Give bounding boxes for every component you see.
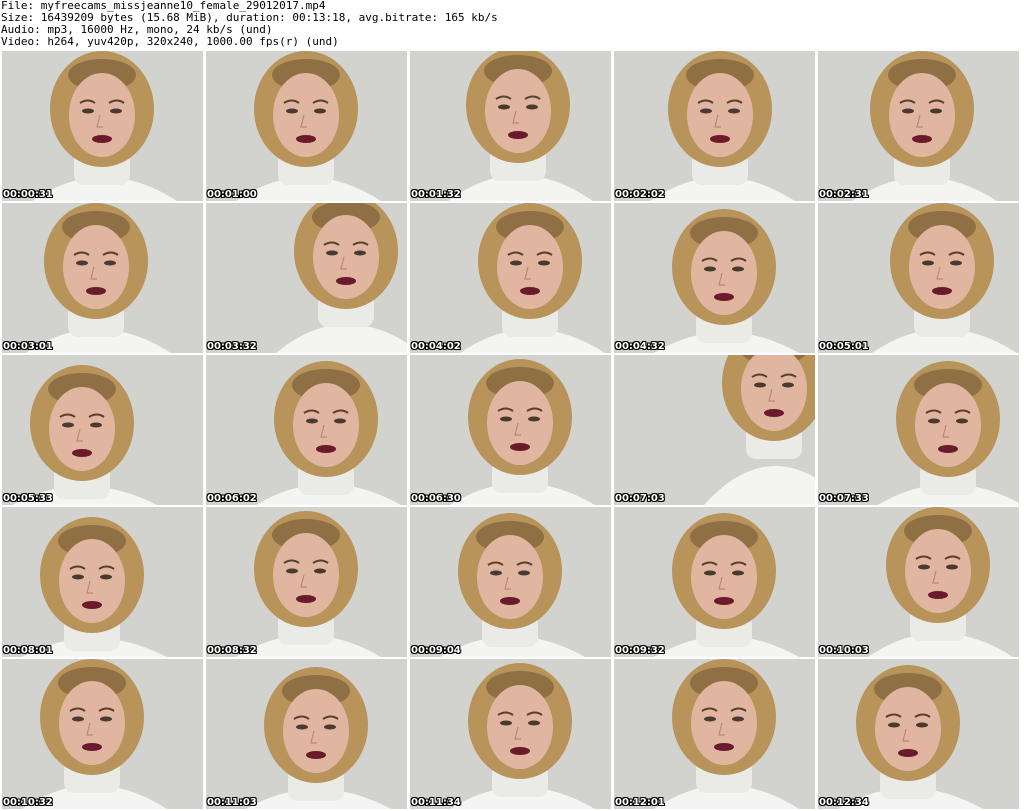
video-frame-image (206, 203, 407, 353)
frame-timestamp: 00:11:34 (411, 797, 461, 808)
video-frame-image (2, 355, 203, 505)
video-frame-image (818, 355, 1019, 505)
thumbnail-grid: 00:00:31 00:01:00 00:01:32 00:02:02 00:02:31… (2, 51, 1022, 811)
video-frame-image (818, 659, 1019, 809)
frame-timestamp: 00:07:33 (819, 493, 869, 504)
video-frame-image (818, 507, 1019, 657)
frame-timestamp: 00:10:03 (819, 645, 869, 656)
video-frame-image (818, 51, 1019, 201)
thumbnail-frame[interactable]: 00:08:32 (206, 507, 407, 657)
thumbnail-frame[interactable]: 00:01:32 (410, 51, 611, 201)
video-frame-image (614, 203, 815, 353)
thumbnail-frame[interactable]: 00:01:00 (206, 51, 407, 201)
frame-timestamp: 00:08:32 (207, 645, 257, 656)
frame-timestamp: 00:09:04 (411, 645, 461, 656)
frame-timestamp: 00:01:32 (411, 189, 461, 200)
thumbnail-frame[interactable]: 00:10:03 (818, 507, 1019, 657)
video-frame-image (2, 51, 203, 201)
video-frame-image (206, 51, 407, 201)
file-info-header: File: myfreecams_missjeanne10_female_290… (1, 0, 1021, 50)
frame-timestamp: 00:04:32 (615, 341, 665, 352)
thumbnail-frame[interactable]: 00:00:31 (2, 51, 203, 201)
thumbnail-frame[interactable]: 00:06:30 (410, 355, 611, 505)
thumbnail-frame[interactable]: 00:03:32 (206, 203, 407, 353)
thumbnail-frame[interactable]: 00:11:03 (206, 659, 407, 809)
video-frame-image (410, 203, 611, 353)
video-frame-image (818, 203, 1019, 353)
video-frame-image (2, 659, 203, 809)
frame-timestamp: 00:12:34 (819, 797, 869, 808)
frame-timestamp: 00:10:32 (3, 797, 53, 808)
frame-timestamp: 00:05:01 (819, 341, 869, 352)
thumbnail-frame[interactable]: 00:02:31 (818, 51, 1019, 201)
video-info-line: Video: h264, yuv420p, 320x240, 1000.00 f… (1, 35, 339, 48)
frame-timestamp: 00:09:32 (615, 645, 665, 656)
thumbnail-frame[interactable]: 00:12:01 (614, 659, 815, 809)
video-frame-image (614, 659, 815, 809)
video-frame-image (206, 659, 407, 809)
frame-timestamp: 00:12:01 (615, 797, 665, 808)
video-frame-image (614, 51, 815, 201)
thumbnail-frame[interactable]: 00:05:33 (2, 355, 203, 505)
video-frame-image (614, 355, 815, 505)
thumbnail-frame[interactable]: 00:04:02 (410, 203, 611, 353)
thumbnail-frame[interactable]: 00:03:01 (2, 203, 203, 353)
thumbnail-frame[interactable]: 00:09:32 (614, 507, 815, 657)
frame-timestamp: 00:02:02 (615, 189, 665, 200)
frame-timestamp: 00:00:31 (3, 189, 53, 200)
thumbnail-frame[interactable]: 00:08:01 (2, 507, 203, 657)
video-frame-image (2, 507, 203, 657)
frame-timestamp: 00:01:00 (207, 189, 257, 200)
video-frame-image (2, 203, 203, 353)
frame-timestamp: 00:11:03 (207, 797, 257, 808)
thumbnail-frame[interactable]: 00:06:02 (206, 355, 407, 505)
frame-timestamp: 00:04:02 (411, 341, 461, 352)
video-frame-image (410, 51, 611, 201)
video-frame-image (206, 507, 407, 657)
video-frame-image (410, 659, 611, 809)
frame-timestamp: 00:05:33 (3, 493, 53, 504)
thumbnail-frame[interactable]: 00:11:34 (410, 659, 611, 809)
thumbnail-frame[interactable]: 00:05:01 (818, 203, 1019, 353)
video-frame-image (206, 355, 407, 505)
thumbnail-frame[interactable]: 00:04:32 (614, 203, 815, 353)
thumbnail-frame[interactable]: 00:07:03 (614, 355, 815, 505)
frame-timestamp: 00:07:03 (615, 493, 665, 504)
frame-timestamp: 00:08:01 (3, 645, 53, 656)
frame-timestamp: 00:03:32 (207, 341, 257, 352)
thumbnail-frame[interactable]: 00:10:32 (2, 659, 203, 809)
frame-timestamp: 00:06:30 (411, 493, 461, 504)
thumbnail-frame[interactable]: 00:09:04 (410, 507, 611, 657)
frame-timestamp: 00:03:01 (3, 341, 53, 352)
video-frame-image (410, 355, 611, 505)
thumbnail-frame[interactable]: 00:12:34 (818, 659, 1019, 809)
frame-timestamp: 00:02:31 (819, 189, 869, 200)
video-frame-image (410, 507, 611, 657)
frame-timestamp: 00:06:02 (207, 493, 257, 504)
thumbnail-frame[interactable]: 00:02:02 (614, 51, 815, 201)
video-frame-image (614, 507, 815, 657)
thumbnail-frame[interactable]: 00:07:33 (818, 355, 1019, 505)
